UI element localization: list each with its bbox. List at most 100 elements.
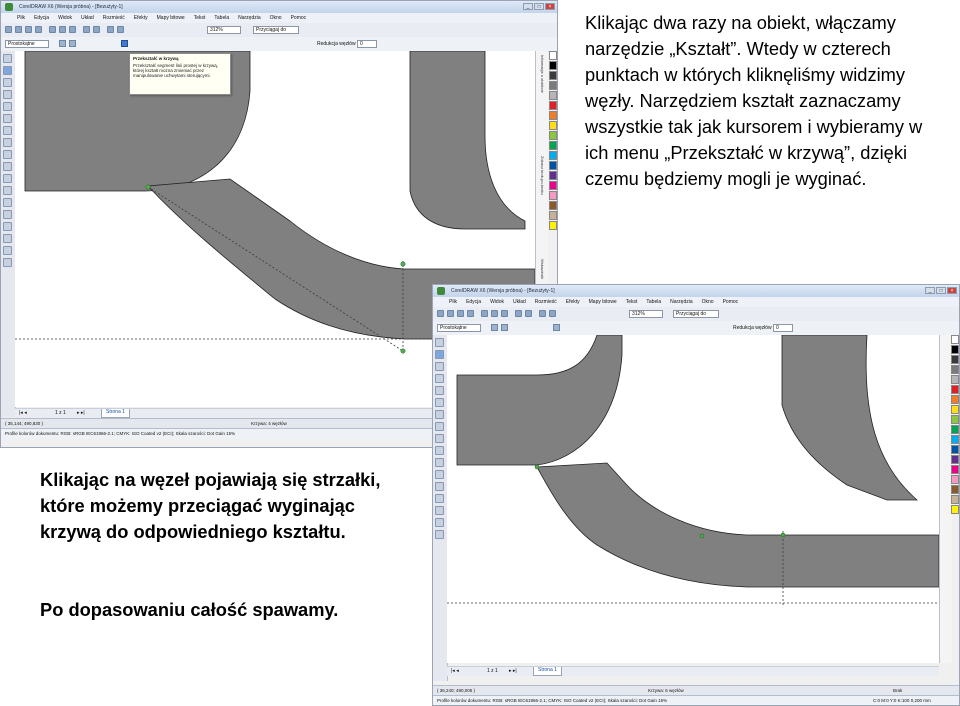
palette-swatch[interactable] [549,61,557,70]
export-icon[interactable] [549,310,556,317]
ellipse-tool-icon[interactable] [3,138,12,147]
eyedropper-icon[interactable] [3,222,12,231]
pick-tool-icon[interactable] [3,54,12,63]
new-document-icon[interactable] [5,26,12,33]
outline-pen-icon[interactable] [435,518,444,527]
menu-widok[interactable]: Widok [490,297,504,307]
outline-pen-icon[interactable] [3,234,12,243]
new-document-icon[interactable] [437,310,444,317]
node-reduction-input[interactable]: 0 [357,40,377,48]
eyedropper-icon[interactable] [435,506,444,515]
palette-swatch[interactable] [549,161,557,170]
palette-swatch[interactable] [951,375,959,384]
redo-icon[interactable] [93,26,100,33]
connector-tool-icon[interactable] [435,482,444,491]
cut-icon[interactable] [49,26,56,33]
palette-swatch[interactable] [549,201,557,210]
convert-to-curve-icon[interactable] [121,40,128,47]
palette-swatch[interactable] [549,111,557,120]
smart-fill-icon[interactable] [435,398,444,407]
page-nav-arrows-next[interactable]: ▸ ▸| [509,667,517,676]
curve-node[interactable] [780,532,786,538]
curve-node[interactable] [534,464,540,470]
minimize-button[interactable]: _ [523,3,533,10]
palette-swatch[interactable] [951,505,959,514]
menu-rozmiesc[interactable]: Rozmieść [535,297,557,307]
save-icon[interactable] [457,310,464,317]
page-nav-arrows[interactable]: |◂ ◂ [451,667,459,676]
palette-swatch[interactable] [951,435,959,444]
preset-select[interactable]: Prostokątne [437,324,481,332]
menu-tekst[interactable]: Tekst [626,297,638,307]
menu-rozmiesc[interactable]: Rozmieść [103,13,125,23]
zoom-select[interactable]: 312% [629,310,663,318]
palette-swatch[interactable] [549,101,557,110]
maximize-button[interactable]: □ [936,287,946,294]
menu-efekty[interactable]: Efekty [566,297,580,307]
palette-swatch[interactable] [951,345,959,354]
zoom-tool-icon[interactable] [3,90,12,99]
shape-tool-icon[interactable] [435,350,444,359]
convert-to-curve-icon[interactable] [553,324,560,331]
delete-node-icon[interactable] [501,324,508,331]
palette-swatch[interactable] [951,495,959,504]
menu-edycja[interactable]: Edycja [466,297,481,307]
text-tool-icon[interactable] [435,446,444,455]
palette-swatch[interactable] [549,141,557,150]
palette-swatch[interactable] [549,71,557,80]
menu-plik[interactable]: Plik [17,13,25,23]
menu-pomoc[interactable]: Pomoc [723,297,739,307]
copy-icon[interactable] [59,26,66,33]
table-tool-icon[interactable] [435,458,444,467]
preset-select[interactable]: Prostokątne [5,40,49,48]
undo-icon[interactable] [83,26,90,33]
menu-tabela[interactable]: Tabela [214,13,229,23]
print-icon[interactable] [35,26,42,33]
curve-node[interactable] [699,533,705,539]
polygon-tool-icon[interactable] [435,434,444,443]
palette-swatch[interactable] [549,211,557,220]
palette-swatch[interactable] [549,191,557,200]
snap-dropdown[interactable]: Przyciągaj do [673,310,719,318]
palette-swatch[interactable] [549,181,557,190]
curve-node[interactable] [400,348,406,354]
export-icon[interactable] [117,26,124,33]
crop-tool-icon[interactable] [3,78,12,87]
crop-tool-icon[interactable] [435,362,444,371]
docker-tab-object-info[interactable]: Informacje o obiekcie [537,55,545,93]
palette-swatch[interactable] [951,455,959,464]
palette-swatch[interactable] [951,405,959,414]
interactive-effects-icon[interactable] [435,494,444,503]
palette-swatch[interactable] [951,415,959,424]
fill-tool-icon[interactable] [3,246,12,255]
palette-swatch[interactable] [951,465,959,474]
table-tool-icon[interactable] [3,174,12,183]
freehand-tool-icon[interactable] [3,102,12,111]
drawing-canvas[interactable] [447,335,939,663]
smart-fill-icon[interactable] [3,114,12,123]
palette-swatch[interactable] [951,385,959,394]
menu-okno[interactable]: Okno [702,297,714,307]
interactive-fill-icon[interactable] [3,258,12,267]
print-icon[interactable] [467,310,474,317]
snap-dropdown[interactable]: Przyciągaj do [253,26,299,34]
close-button[interactable]: × [545,3,555,10]
menu-uklad[interactable]: Układ [513,297,526,307]
palette-swatch[interactable] [549,171,557,180]
redo-icon[interactable] [525,310,532,317]
delete-node-icon[interactable] [69,40,76,47]
maximize-button[interactable]: □ [534,3,544,10]
freehand-tool-icon[interactable] [435,386,444,395]
palette-swatch[interactable] [951,475,959,484]
menu-mapy-bitowe[interactable]: Mapy bitowe [589,297,617,307]
page-tab[interactable]: Strona 1 [533,667,562,676]
rectangle-tool-icon[interactable] [435,410,444,419]
menu-narzedzia[interactable]: Narzędzia [670,297,693,307]
dimension-tool-icon[interactable] [3,186,12,195]
menu-uklad[interactable]: Układ [81,13,94,23]
close-button[interactable]: × [947,287,957,294]
menu-tekst[interactable]: Tekst [194,13,206,23]
polygon-tool-icon[interactable] [3,150,12,159]
menu-widok[interactable]: Widok [58,13,72,23]
palette-swatch[interactable] [549,81,557,90]
